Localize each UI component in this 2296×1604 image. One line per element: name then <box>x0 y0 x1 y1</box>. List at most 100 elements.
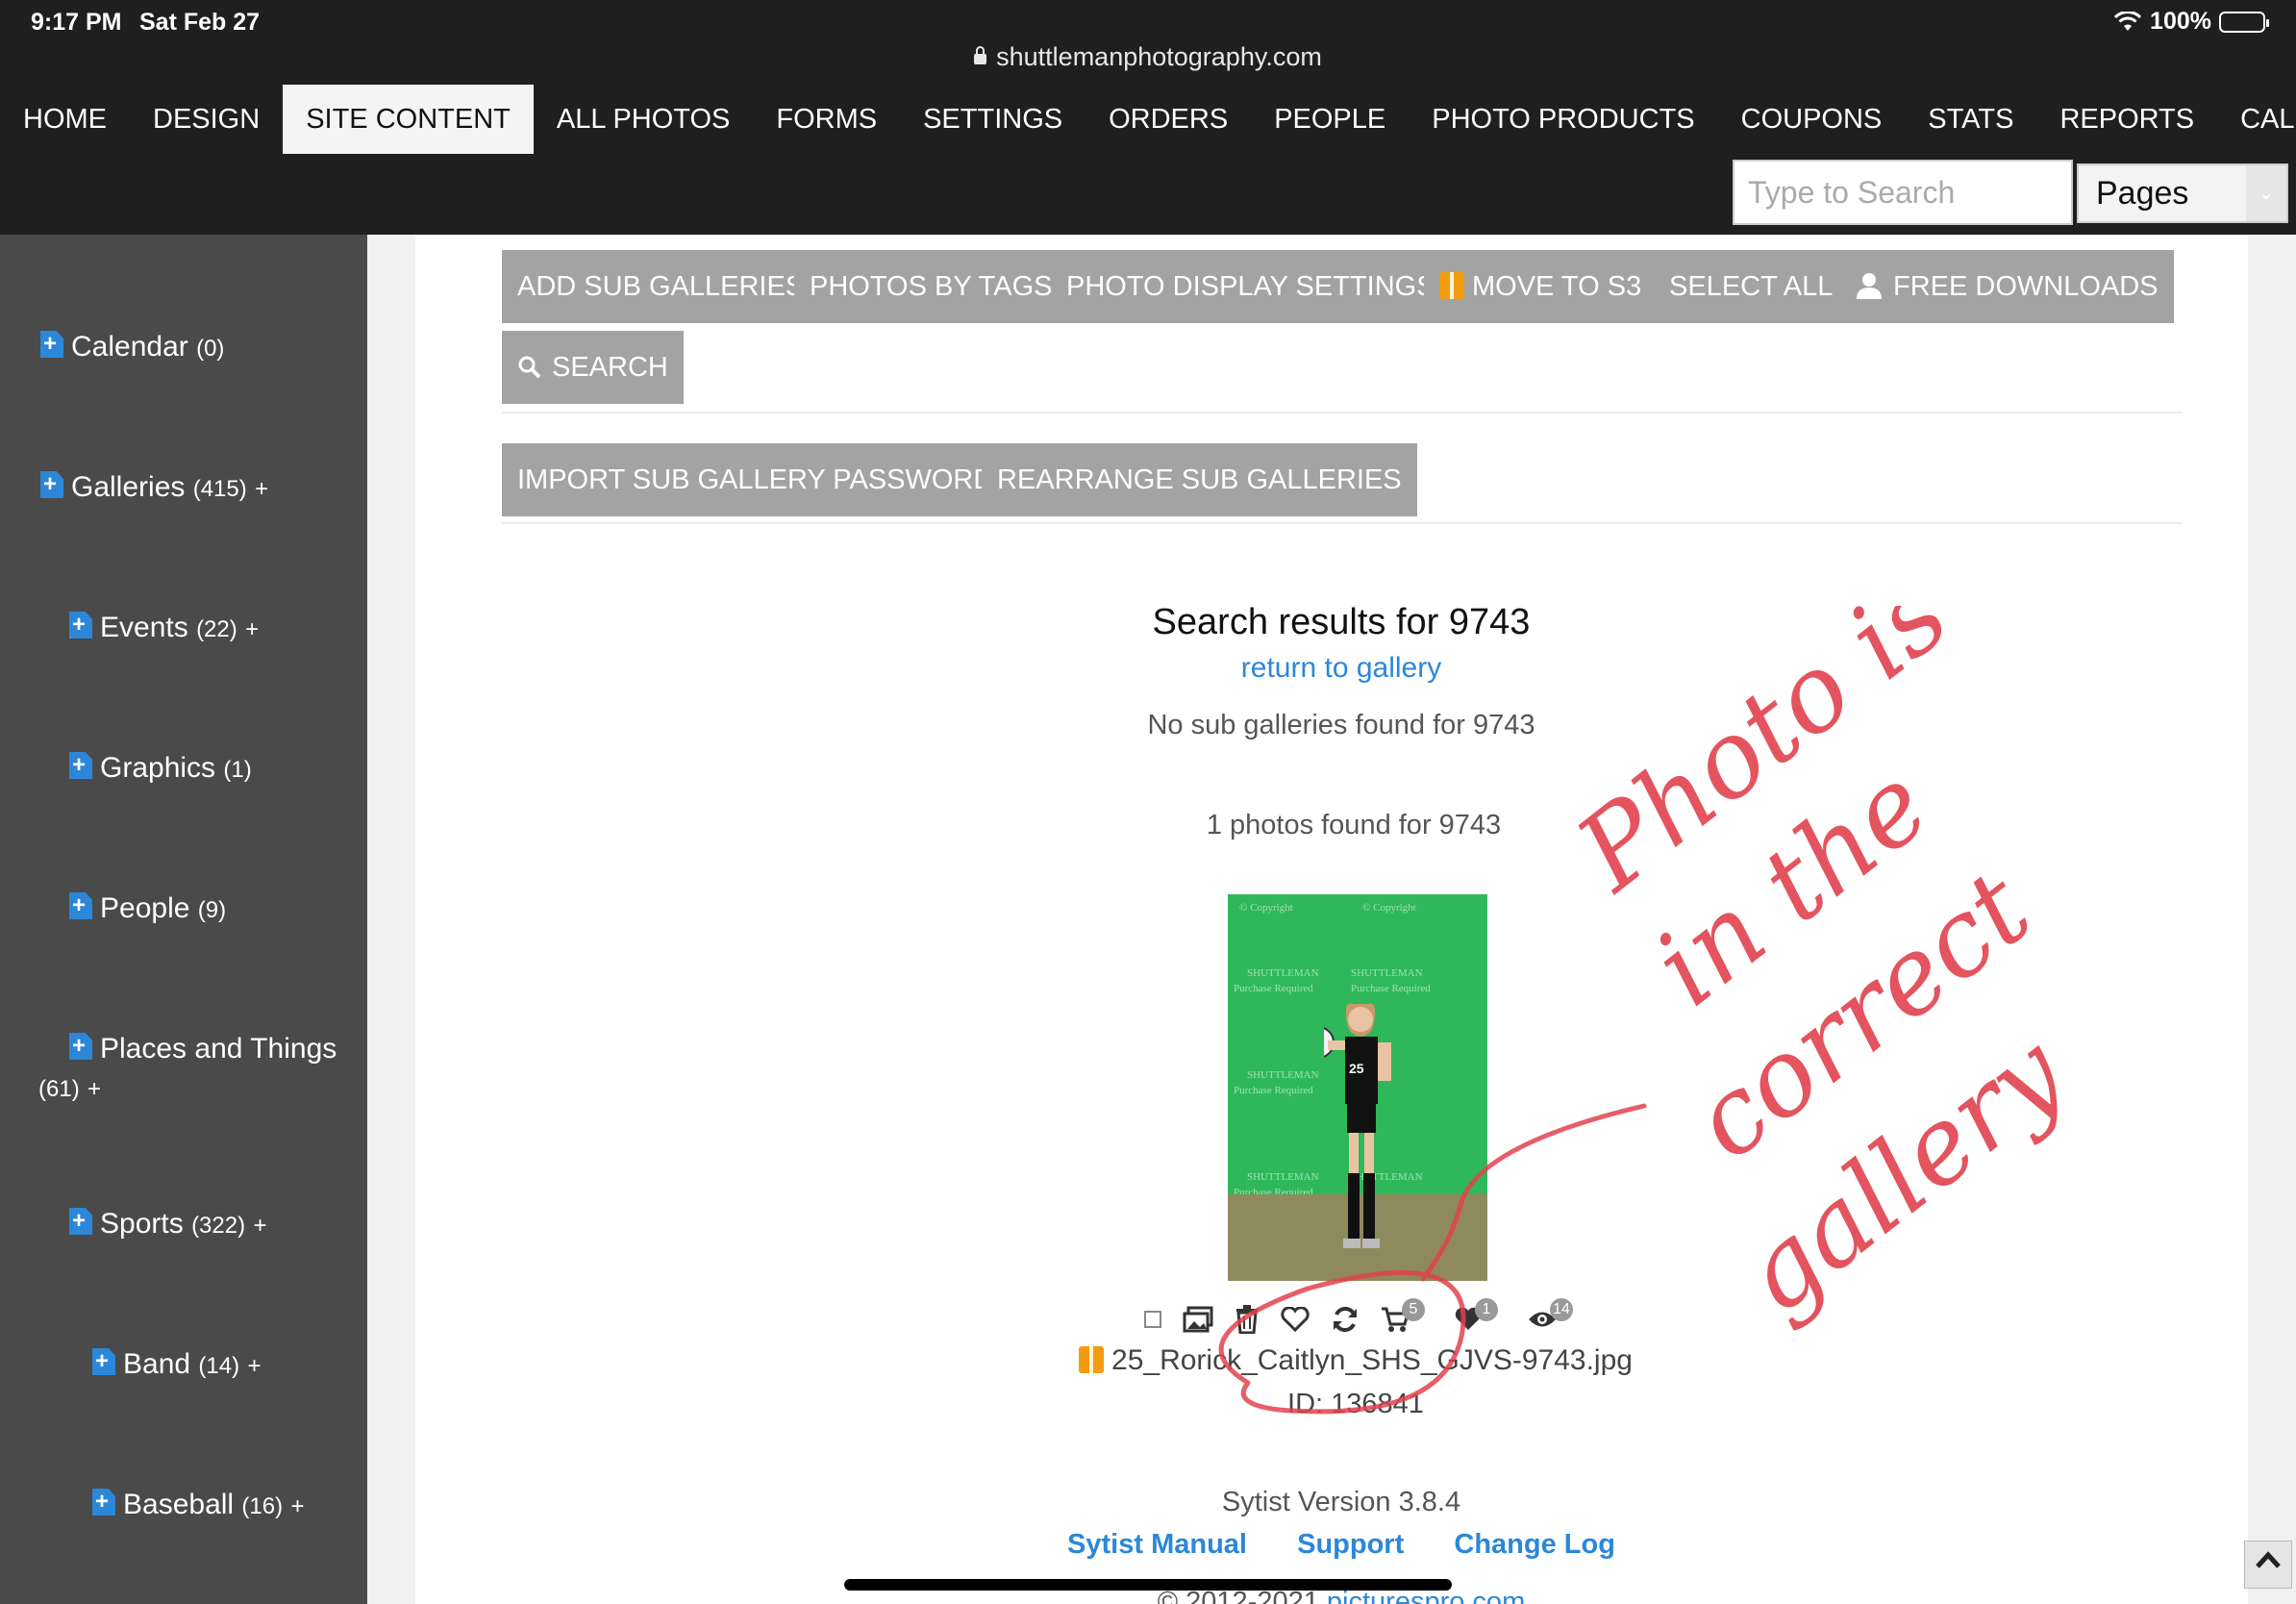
move-to-s3-label: MOVE TO S3 <box>1472 271 1642 302</box>
nav-settings[interactable]: SETTINGS <box>900 85 1086 154</box>
search-input[interactable] <box>1733 160 2073 225</box>
lock-icon <box>974 46 987 64</box>
top-nav: HOME DESIGN SITE CONTENT ALL PHOTOS FORM… <box>0 85 2296 235</box>
s3-box-icon <box>1079 1346 1105 1373</box>
pages-select-value: Pages <box>2096 175 2189 212</box>
battery-percent: 100% <box>2150 8 2211 35</box>
sidebar-item-label: Sports <box>100 1208 184 1240</box>
add-page-icon <box>69 612 92 639</box>
cart-group[interactable]: 5 <box>1381 1298 1433 1333</box>
sidebar-item-galleries[interactable]: Galleries (415) + <box>40 471 268 504</box>
sidebar-item-label: Baseball <box>123 1489 235 1520</box>
import-passwords-button[interactable]: IMPORT SUB GALLERY PASSWORDS <box>502 443 1028 516</box>
expand-toggle[interactable]: + <box>290 1493 304 1519</box>
add-sub-galleries-button[interactable]: ADD SUB GALLERIES <box>502 250 820 323</box>
sidebar-item-label: Places and Things <box>100 1033 337 1065</box>
change-log-link[interactable]: Change Log <box>1454 1529 1615 1560</box>
sidebar-item-label: Graphics <box>100 752 216 784</box>
add-page-icon <box>69 752 92 779</box>
sidebar-item-label: Events <box>100 612 188 643</box>
status-right: 100% <box>2113 8 2269 36</box>
free-downloads-label: FREE DOWNLOADS <box>1893 271 2159 302</box>
nav-coupons[interactable]: COUPONS <box>1718 85 1906 154</box>
expand-toggle[interactable]: + <box>253 1213 266 1239</box>
add-page-icon <box>92 1489 115 1516</box>
watermark-text: SHUTTLEMAN <box>1247 1171 1319 1183</box>
chevron-down-icon: ⌄ <box>2246 165 2286 221</box>
nav-site-content[interactable]: SITE CONTENT <box>283 85 534 154</box>
photos-by-tags-button[interactable]: PHOTOS BY TAGS <box>794 250 1068 323</box>
search-button[interactable]: SEARCH <box>502 331 684 404</box>
free-downloads-button[interactable]: FREE DOWNLOADS <box>1839 250 2174 323</box>
sidebar-item-count: (415) <box>192 476 247 502</box>
sidebar-item-graphics[interactable]: Graphics (1) <box>69 752 252 785</box>
nav-all-photos[interactable]: ALL PHOTOS <box>534 85 754 154</box>
sidebar-item-sports[interactable]: Sports (322) + <box>69 1208 266 1241</box>
views-count-badge: 14 <box>1550 1298 1573 1321</box>
no-sub-galleries-text: No sub galleries found for 9743 <box>1147 710 1535 740</box>
sidebar-item-people[interactable]: People (9) <box>69 892 226 925</box>
sidebar: Calendar (0) Galleries (415) + Events (2… <box>0 235 367 1604</box>
expand-toggle[interactable]: + <box>87 1076 101 1102</box>
user-icon <box>1857 273 1882 299</box>
watermark-text: SHUTTLEMAN <box>1247 967 1319 979</box>
expand-toggle[interactable]: + <box>245 616 259 642</box>
favorites-group[interactable]: 1 <box>1454 1298 1506 1332</box>
nav-reports[interactable]: REPORTS <box>2036 85 2217 154</box>
watermark-text: Purchase Required <box>1234 983 1313 994</box>
photos-found-text: 1 photos found for 9743 <box>1206 810 1502 840</box>
nav-design[interactable]: DESIGN <box>130 85 283 154</box>
support-link[interactable]: Support <box>1297 1529 1404 1560</box>
divider <box>502 412 2183 414</box>
results-title: Search results for 9743 <box>1152 602 1531 642</box>
move-to-s3-button[interactable]: MOVE TO S3 <box>1424 250 1658 323</box>
address-bar[interactable]: shuttlemanphotography.com <box>0 42 2296 72</box>
sidebar-item-count: (322) <box>191 1213 246 1239</box>
add-page-icon <box>92 1348 115 1375</box>
nav-photo-products[interactable]: PHOTO PRODUCTS <box>1409 85 1717 154</box>
select-checkbox[interactable] <box>1144 1311 1161 1328</box>
scroll-to-top-button[interactable] <box>2244 1541 2292 1589</box>
home-indicator[interactable] <box>844 1579 1452 1591</box>
sidebar-item-calendar[interactable]: Calendar (0) <box>40 331 224 363</box>
select-all-button[interactable]: SELECT ALL <box>1654 250 1849 323</box>
trash-icon[interactable] <box>1235 1305 1260 1334</box>
sidebar-item-places-and-things[interactable]: Places and Things <box>69 1033 337 1065</box>
nav-orders[interactable]: ORDERS <box>1086 85 1251 154</box>
return-to-gallery-link[interactable]: return to gallery <box>909 652 1774 685</box>
nav-stats[interactable]: STATS <box>1905 85 2036 154</box>
nav-home[interactable]: HOME <box>0 85 130 154</box>
views-group[interactable]: 14 <box>1527 1298 1581 1331</box>
gallery-photos-icon[interactable] <box>1183 1306 1213 1333</box>
sidebar-item-events[interactable]: Events (22) + <box>69 612 259 644</box>
heart-outline-icon[interactable] <box>1281 1307 1310 1332</box>
photo-id: ID: 136841 <box>1287 1389 1424 1419</box>
nav-people[interactable]: PEOPLE <box>1251 85 1409 154</box>
expand-toggle[interactable]: + <box>255 476 268 502</box>
nav-forms[interactable]: FORMS <box>753 85 900 154</box>
photo-thumbnail[interactable]: © Copyright © Copyright SHUTTLEMAN SHUTT… <box>1228 894 1487 1281</box>
sidebar-item-baseball[interactable]: Baseball (16) + <box>92 1489 304 1521</box>
sytist-manual-link[interactable]: Sytist Manual <box>1067 1529 1247 1560</box>
pages-select[interactable]: Pages ⌄ <box>2077 163 2288 223</box>
url-text: shuttlemanphotography.com <box>996 42 1322 71</box>
watermark-text: SHUTTLEMAN <box>1351 967 1423 979</box>
sidebar-item-label: People <box>100 892 190 924</box>
refresh-icon[interactable] <box>1331 1305 1360 1334</box>
sidebar-item-places-count-row: (61) + <box>38 1071 101 1104</box>
sidebar-item-band[interactable]: Band (14) + <box>92 1348 261 1381</box>
watermark-text: © Copyright <box>1362 902 1416 914</box>
photo-filename-row: 25_Rorick_Caitlyn_SHS_GJVS-9743.jpg <box>923 1344 1788 1377</box>
chevron-up-icon <box>2256 1551 2281 1568</box>
photo-display-settings-button[interactable]: PHOTO DISPLAY SETTINGS <box>1051 250 1451 323</box>
sidebar-item-label: Band <box>123 1348 191 1380</box>
sidebar-item-count: (22) <box>196 616 237 642</box>
add-page-icon <box>40 471 63 498</box>
search-icon <box>518 356 541 379</box>
status-time: 9:17 PM <box>31 9 122 36</box>
cart-count-badge: 5 <box>1402 1298 1425 1321</box>
nav-calendar[interactable]: CALENDAR <box>2217 85 2296 154</box>
rearrange-sub-galleries-button[interactable]: REARRANGE SUB GALLERIES <box>982 443 1417 516</box>
nav-menu: HOME DESIGN SITE CONTENT ALL PHOTOS FORM… <box>0 85 2296 154</box>
expand-toggle[interactable]: + <box>247 1353 261 1379</box>
